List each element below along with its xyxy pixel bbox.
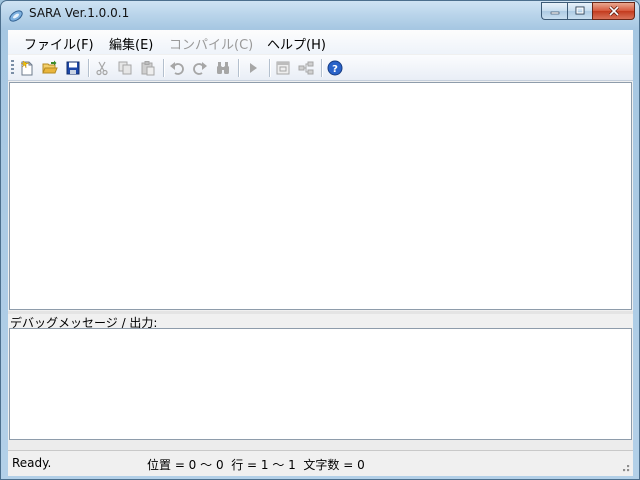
menu-help[interactable]: ヘルプ(H) [267,34,326,53]
window-title: SARA Ver.1.0.0.1 [29,6,130,20]
save-icon [66,61,80,75]
cut-button[interactable] [93,59,111,77]
tree-icon [298,61,314,75]
app-icon[interactable] [8,8,24,24]
tree-button[interactable] [297,59,315,77]
status-ready-text: Ready. [12,456,52,470]
toolbar-separator [321,59,322,77]
paste-button[interactable] [139,59,157,77]
paste-icon [141,61,155,76]
help-icon: ? [327,60,343,76]
save-button[interactable] [64,59,82,77]
menu-compile[interactable]: コンパイル(C) [169,34,253,53]
help-button[interactable]: ? [326,59,344,77]
svg-text:?: ? [332,64,338,75]
find-button[interactable] [214,59,232,77]
menu-bar: ファイル(F) 編集(E) コンパイル(C) ヘルプ(H) [8,30,633,54]
toolbar-separator [238,59,239,77]
maximize-icon [575,6,585,15]
close-button[interactable] [592,2,635,20]
undo-button[interactable] [168,59,186,77]
open-folder-icon [42,60,58,74]
minimize-button[interactable] [541,2,567,20]
code-editor[interactable] [9,82,632,310]
run-button[interactable] [244,59,262,77]
window-icon [276,61,290,75]
run-icon [250,63,257,73]
new-file-button[interactable] [18,59,36,77]
menu-edit[interactable]: 編集(E) [109,34,153,53]
resize-grip[interactable] [619,461,631,473]
menu-file[interactable]: ファイル(F) [24,34,94,53]
toolbar-separator [163,59,164,77]
app-window: SARA Ver.1.0.0.1 ファイル(F) 編集(E) コンパイル(C) … [0,0,640,480]
open-button[interactable] [41,59,59,77]
find-icon [217,62,229,74]
toolbar: ? [8,55,633,81]
status-position-text: 位置 = 0 〜 0 行 = 1 〜 1 文字数 = 0 [147,458,365,472]
redo-icon [193,62,207,75]
minimize-icon [550,11,559,15]
title-bar[interactable]: SARA Ver.1.0.0.1 [1,1,639,29]
copy-icon [118,61,132,75]
new-file-icon [20,60,33,76]
toolbar-separator [269,59,270,77]
close-icon [608,6,619,16]
debug-output-panel[interactable] [9,328,632,440]
window-button[interactable] [274,59,292,77]
redo-button[interactable] [191,59,209,77]
bottom-strip [8,440,633,451]
toolbar-separator [88,59,89,77]
copy-button[interactable] [116,59,134,77]
cut-icon [96,61,108,76]
client-area: ファイル(F) 編集(E) コンパイル(C) ヘルプ(H) ? デバッグメッセー… [8,30,633,476]
status-bar: Ready. 位置 = 0 〜 0 行 = 1 〜 1 文字数 = 0 [8,451,633,475]
caption-buttons [541,2,635,21]
maximize-button[interactable] [567,2,592,20]
undo-icon [170,62,184,75]
toolbar-grip[interactable] [11,60,14,75]
